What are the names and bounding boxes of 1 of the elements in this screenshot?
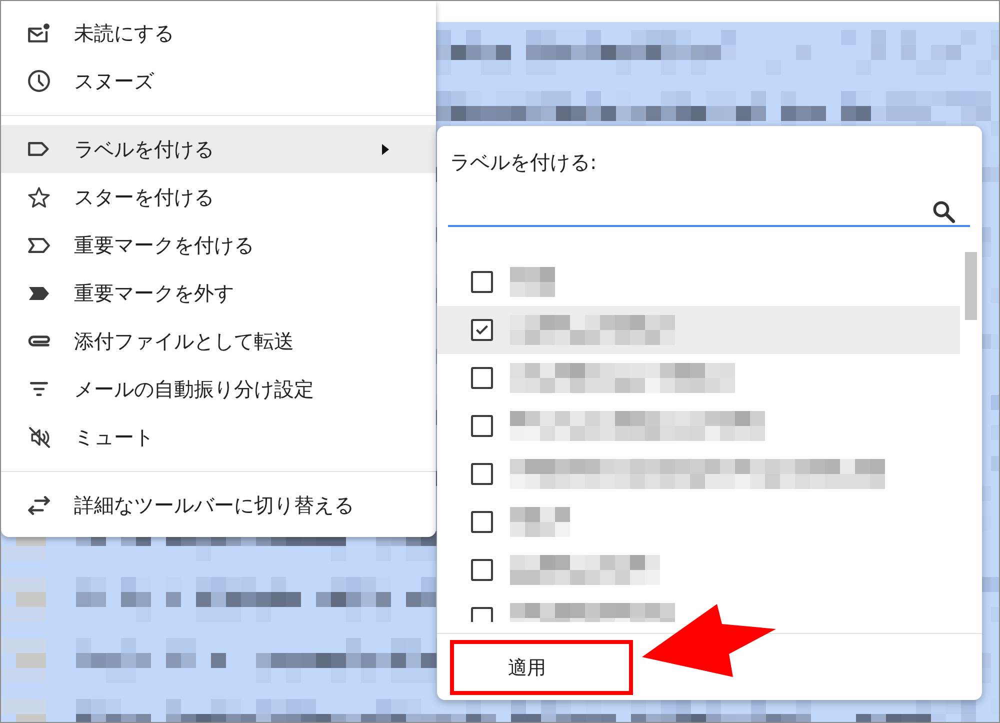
panel-title: ラベルを付ける: — [449, 149, 598, 175]
